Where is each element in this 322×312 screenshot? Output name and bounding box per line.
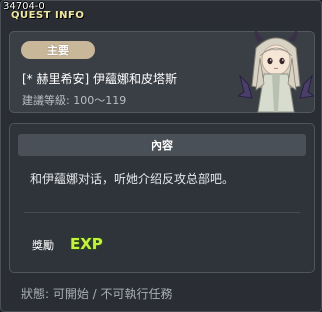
quest-summary-card: 主要 [* 赫里希安] 伊蘊娜和皮塔斯 建議等級: 100～119 [9,30,315,113]
npc-portrait-icon [238,30,314,113]
quest-status: 狀態: 可開始 / 不可執行任務 [21,287,173,301]
content-header: 內容 [18,134,306,156]
exp-text: EXP [70,235,103,252]
quest-level-range: 建議等級: 100～119 [22,94,127,107]
quest-description: 和伊蘊娜对话，听她介绍反攻总部吧。 [30,172,235,186]
quest-category-badge: 主要 [21,41,95,59]
reward-label: 獎勵 [32,239,54,252]
exp-icon: EXP [69,234,103,252]
window-title: QUEST INFO [11,10,85,21]
quest-content-panel: 內容 和伊蘊娜对话，听她介绍反攻总部吧。 獎勵 EXP [9,123,315,273]
divider [24,212,300,213]
quest-info-window: 34704-0 QUEST INFO 主要 [* 赫里希安] 伊蘊娜和皮塔斯 建… [0,0,322,312]
quest-title: [* 赫里希安] 伊蘊娜和皮塔斯 [22,72,177,86]
